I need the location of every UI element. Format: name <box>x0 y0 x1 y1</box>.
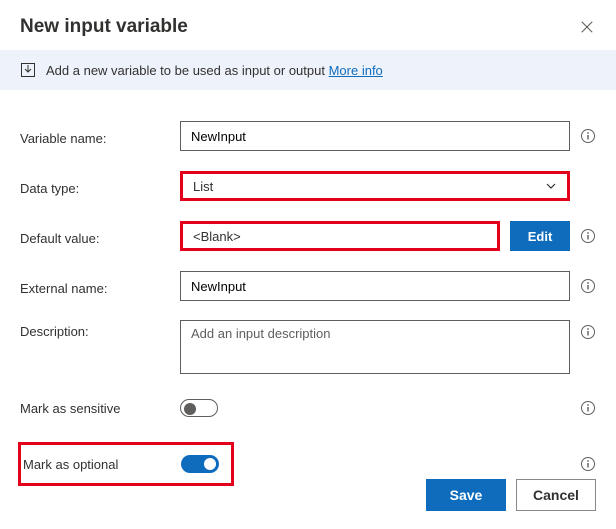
label-data-type: Data type: <box>20 177 180 196</box>
dialog-header: New input variable <box>0 0 616 50</box>
label-variable-name: Variable name: <box>20 127 180 146</box>
optional-toggle[interactable] <box>181 455 219 473</box>
label-default-value: Default value: <box>20 227 180 246</box>
more-info-link[interactable]: More info <box>329 63 383 78</box>
dialog-title: New input variable <box>20 16 188 38</box>
label-sensitive: Mark as sensitive <box>20 401 180 416</box>
banner-message: Add a new variable to be used as input o… <box>46 63 329 78</box>
new-input-variable-dialog: New input variable Add a new variable to… <box>0 0 616 529</box>
default-value-box: <Blank> <box>180 221 500 251</box>
close-button[interactable] <box>578 18 596 36</box>
info-icon-variable-name[interactable] <box>580 128 596 144</box>
external-name-input[interactable] <box>180 271 570 301</box>
info-icon-optional[interactable] <box>580 456 596 472</box>
row-data-type: Data type: List <box>20 170 596 202</box>
info-icon-external-name[interactable] <box>580 278 596 294</box>
sensitive-toggle[interactable] <box>180 399 218 417</box>
row-external-name: External name: <box>20 270 596 302</box>
import-icon <box>20 62 36 78</box>
label-optional: Mark as optional <box>21 457 181 472</box>
optional-highlight: Mark as optional <box>18 442 234 486</box>
form-body: Variable name: Data type: List Default v… <box>0 90 616 496</box>
info-icon-description[interactable] <box>580 324 596 340</box>
info-icon-default-value[interactable] <box>580 228 596 244</box>
default-value-text: <Blank> <box>193 229 241 244</box>
variable-name-input[interactable] <box>180 121 570 151</box>
row-description: Description: <box>20 320 596 374</box>
dialog-footer: Save Cancel <box>426 479 596 511</box>
row-sensitive: Mark as sensitive <box>20 392 596 424</box>
row-variable-name: Variable name: <box>20 120 596 152</box>
row-default-value: Default value: <Blank> Edit <box>20 220 596 252</box>
edit-default-value-button[interactable]: Edit <box>510 221 570 251</box>
cancel-button[interactable]: Cancel <box>516 479 596 511</box>
data-type-value: List <box>193 179 213 194</box>
close-icon <box>580 20 594 34</box>
data-type-select[interactable]: List <box>180 171 570 201</box>
info-banner: Add a new variable to be used as input o… <box>0 50 616 90</box>
banner-text: Add a new variable to be used as input o… <box>46 63 383 78</box>
info-icon-sensitive[interactable] <box>580 400 596 416</box>
save-button[interactable]: Save <box>426 479 506 511</box>
label-description: Description: <box>20 320 180 339</box>
label-external-name: External name: <box>20 277 180 296</box>
description-input[interactable] <box>180 320 570 374</box>
chevron-down-icon <box>545 180 557 192</box>
